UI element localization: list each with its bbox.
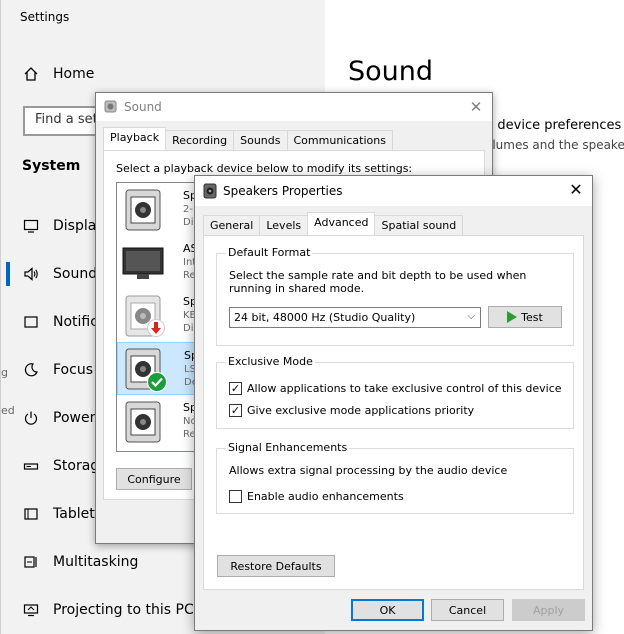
enable-enhancements-label: Enable audio enhancements: [247, 490, 404, 503]
properties-titlebar[interactable]: Speakers Properties ✕: [195, 176, 592, 206]
tab-recording[interactable]: Recording: [165, 130, 235, 150]
exclusive-mode-group: Exclusive Mode ✓ Allow applications to t…: [216, 355, 574, 429]
speaker-device-icon: [125, 401, 161, 446]
settings-window-title: Settings: [20, 10, 70, 24]
tablet-icon: [21, 504, 41, 524]
speaker-device-icon: [125, 189, 161, 234]
properties-tabs: General Levels Advanced Spatial sound: [203, 212, 464, 235]
storage-icon: [21, 456, 41, 476]
default-format-group: Default Format Select the sample rate an…: [216, 246, 574, 346]
sound-tabs: Playback Recording Sounds Communications: [103, 127, 393, 150]
speakers-properties-dialog: Speakers Properties ✕ General Levels Adv…: [194, 175, 593, 631]
exclusive-mode-label: Exclusive Mode: [226, 355, 315, 368]
sample-rate-value: 24 bit, 48000 Hz (Studio Quality): [234, 311, 416, 324]
checkmark-icon: ✓: [229, 382, 242, 395]
list-item[interactable]: Sp LS De: [117, 342, 205, 395]
system-section-label: System: [22, 158, 81, 174]
checkmark-icon: ✓: [229, 404, 242, 417]
allow-exclusive-label: Allow applications to take exclusive con…: [247, 382, 562, 395]
tab-general[interactable]: General: [203, 215, 261, 235]
nav-tablet-label: Tablet: [53, 506, 95, 522]
properties-dialog-title: Speakers Properties: [223, 184, 343, 198]
nav-selection-indicator: [6, 262, 10, 286]
device-preferences-description-fragment: olumes and the speake: [485, 138, 624, 152]
signal-enhancements-group: Signal Enhancements Allows extra signal …: [216, 441, 574, 514]
sample-rate-select[interactable]: 24 bit, 48000 Hz (Studio Quality) ⌵: [229, 307, 481, 328]
play-icon: [507, 311, 518, 323]
focus-assist-icon: [21, 360, 41, 380]
playback-instruction: Select a playback device below to modify…: [116, 162, 413, 175]
left-edge-fragment-1: g: [1, 366, 8, 379]
sound-icon: [21, 264, 41, 284]
tab-playback[interactable]: Playback: [103, 127, 167, 150]
device-preferences-fragment[interactable]: d device preferences: [485, 118, 621, 133]
speaker-app-icon: [203, 183, 217, 202]
monitor-device-icon: [121, 246, 165, 285]
left-edge-fragment-2: ed: [1, 404, 15, 417]
device-details: 2- Di: [183, 204, 194, 228]
page-title: Sound: [348, 56, 434, 87]
chevron-down-icon: ⌵: [467, 311, 475, 322]
checkbox-box: [229, 490, 242, 503]
default-device-check-icon: [147, 372, 167, 395]
list-item[interactable]: Sp No Re: [117, 395, 205, 448]
tab-sounds[interactable]: Sounds: [233, 130, 288, 150]
allow-exclusive-checkbox[interactable]: ✓ Allow applications to take exclusive c…: [229, 382, 562, 395]
apply-button[interactable]: Apply: [512, 599, 585, 621]
speaker-app-icon: [103, 99, 118, 117]
signal-enhancements-description: Allows extra signal processing by the au…: [229, 464, 508, 477]
nav-multitasking-label: Multitasking: [53, 554, 139, 570]
nav-projecting-label: Projecting to this PC: [53, 602, 194, 618]
home-icon: [21, 64, 41, 84]
close-icon[interactable]: ✕: [466, 97, 486, 117]
configure-button[interactable]: Configure: [116, 468, 192, 490]
list-item[interactable]: Sp KE Dis: [117, 289, 205, 342]
sound-dialog-title: Sound: [124, 100, 162, 114]
enable-enhancements-checkbox[interactable]: Enable audio enhancements: [229, 490, 404, 503]
cancel-button[interactable]: Cancel: [431, 599, 504, 621]
nav-sound-label: Sound: [53, 266, 98, 282]
projecting-icon: [21, 600, 41, 620]
nav-home-label: Home: [53, 66, 95, 82]
sound-dialog-titlebar[interactable]: Sound ✕: [96, 93, 492, 121]
playback-device-list: Sp 2- Di AS Int Re Sp KE Dis Sp LS De Sp…: [116, 182, 206, 452]
disconnected-arrow-icon: [147, 319, 165, 340]
close-icon[interactable]: ✕: [566, 180, 586, 200]
ok-button[interactable]: OK: [351, 599, 424, 621]
test-button[interactable]: Test: [488, 306, 562, 328]
tab-levels[interactable]: Levels: [259, 215, 309, 235]
list-item[interactable]: Sp 2- Di: [117, 183, 205, 236]
nav-home[interactable]: Home: [21, 59, 321, 89]
advanced-panel: Default Format Select the sample rate an…: [203, 235, 584, 590]
exclusive-priority-label: Give exclusive mode applications priorit…: [247, 404, 475, 417]
default-format-description: Select the sample rate and bit depth to …: [229, 269, 527, 295]
restore-defaults-button[interactable]: Restore Defaults: [217, 555, 335, 577]
exclusive-priority-checkbox[interactable]: ✓ Give exclusive mode applications prior…: [229, 404, 474, 417]
test-button-label: Test: [521, 310, 543, 324]
power-icon: [21, 408, 41, 428]
tab-advanced[interactable]: Advanced: [307, 212, 376, 235]
notifications-icon: [21, 312, 41, 332]
signal-enhancements-label: Signal Enhancements: [226, 441, 350, 454]
display-icon: [21, 216, 41, 236]
tab-spatial-sound[interactable]: Spatial sound: [374, 215, 464, 235]
multitasking-icon: [21, 552, 41, 572]
tab-communications[interactable]: Communications: [286, 130, 393, 150]
list-item[interactable]: AS Int Re: [117, 236, 205, 289]
default-format-label: Default Format: [226, 246, 313, 259]
